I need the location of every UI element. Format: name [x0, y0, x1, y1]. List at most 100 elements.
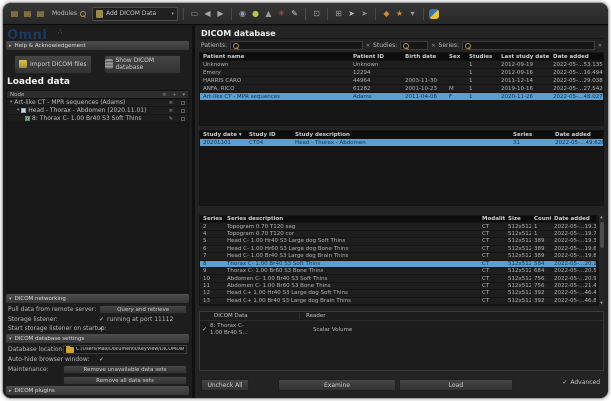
- edit-icon[interactable]: ✎: [169, 116, 173, 122]
- table-row[interactable]: UnknownUnknown12012-09-192022-05-…53.135: [200, 61, 603, 69]
- column-header[interactable]: Series description: [224, 216, 479, 222]
- table-row[interactable]: 9Thorax C- 1.00 Br60 S3 Bone ThinsCT512x…: [200, 268, 596, 275]
- open-dicom-file-icon[interactable]: ▤: [9, 8, 20, 20]
- column-header[interactable]: Series # ▴: [200, 216, 224, 222]
- back-icon[interactable]: ◀: [202, 8, 213, 20]
- open-folder-icon[interactable]: ▤: [22, 8, 33, 20]
- tree-item-series[interactable]: 8: Thorax C- 1.00 Br40 S3 Soft Thins ✎: [7, 115, 188, 123]
- checkbox-icon[interactable]: [181, 117, 185, 121]
- table-row[interactable]: 7Head C- 1.00 Br40 S3 Large dog Brain Th…: [200, 253, 596, 260]
- storage-listener-checkbox[interactable]: ✓: [99, 316, 104, 323]
- tree-item-study[interactable]: ▾ Head - Thorax - Abdomen (2020.11.01) ≡: [7, 107, 188, 115]
- table-row[interactable]: ANFA, RICO612822001-10-23M12019-10-16202…: [200, 85, 603, 93]
- load-button[interactable]: Load: [399, 379, 513, 391]
- table-row[interactable]: 11Abdomen C- 1.00 Br60 S3 Bone ThinsCT51…: [200, 283, 596, 290]
- help-section-header[interactable]: ▸ Help & Acknowledgement: [6, 41, 189, 50]
- column-header[interactable]: Study description: [292, 132, 510, 138]
- db-location-field[interactable]: C:/Users/Max/Documents/KeyView/DICOMData…: [63, 345, 187, 354]
- column-header[interactable]: Patient name: [200, 54, 350, 60]
- series-search-input[interactable]: [462, 41, 595, 50]
- monitor-icon[interactable]: ⊞: [333, 8, 344, 20]
- expander-icon[interactable]: ▾: [10, 100, 12, 105]
- table-row[interactable]: 13Head C+ 1.00 Br40 S3 Large dog Brain T…: [200, 298, 596, 305]
- table-row[interactable]: 5Head C- 1.00 Hr40 S3 Large dog Soft Thi…: [200, 238, 596, 245]
- favorites-dropdown-icon[interactable]: ▾: [407, 8, 418, 20]
- scrollbar-thumb[interactable]: [600, 222, 604, 248]
- table-row[interactable]: 8Thorax C- 1.00 Br40 S3 Soft ThinsCT512x…: [200, 261, 596, 268]
- cursor-icon[interactable]: ➤: [346, 8, 357, 20]
- clear-series-icon[interactable]: ✕: [598, 43, 602, 49]
- python-icon[interactable]: [429, 9, 439, 19]
- cone-icon[interactable]: ▲: [263, 8, 274, 20]
- folder-icon[interactable]: [66, 347, 74, 353]
- column-header[interactable]: Studies: [466, 54, 498, 60]
- patients-search-input[interactable]: [230, 41, 363, 50]
- show-dicom-database-button[interactable]: Show DICOM database: [104, 55, 182, 74]
- checkbox-icon[interactable]: [181, 101, 185, 105]
- column-header[interactable]: Birth date: [402, 54, 446, 60]
- clear-studies-icon[interactable]: ✕: [431, 43, 435, 49]
- column-header[interactable]: Count: [531, 216, 551, 222]
- table-row[interactable]: 20201101CT04Head - Thorax - Abdomen31202…: [200, 139, 603, 147]
- tree-header[interactable]: Node ≡ + ▾: [7, 91, 188, 99]
- table-row[interactable]: Art-like CT - MPR sequencesAdams2011-04-…: [200, 93, 603, 101]
- column-header[interactable]: Size: [505, 216, 531, 222]
- marker-icon[interactable]: ✳: [276, 8, 287, 20]
- clear-patients-icon[interactable]: ✕: [366, 43, 370, 49]
- series-scrollbar[interactable]: ▲ ▼: [598, 215, 604, 306]
- reader-checkbox[interactable]: ✓: [202, 326, 207, 333]
- column-header[interactable]: Study ID: [246, 132, 292, 138]
- table-row[interactable]: HARRIS CARO449642003-11-3012011-12-14202…: [200, 77, 603, 85]
- drag-handle-icon[interactable]: ≡: [169, 100, 173, 106]
- remote-panel-icon[interactable]: ▭: [189, 8, 200, 20]
- checkbox-icon[interactable]: [181, 109, 185, 113]
- search-icon[interactable]: [80, 11, 86, 17]
- column-header[interactable]: Last study date: [498, 54, 550, 60]
- networking-section-header[interactable]: ▾ DICOM networking: [6, 294, 189, 303]
- forward-icon[interactable]: ▶: [215, 8, 226, 20]
- add-dicom-data-combo[interactable]: Add DICOM Data ▾: [92, 7, 178, 21]
- expander-icon[interactable]: ▾: [17, 108, 19, 113]
- db-settings-section-header[interactable]: ▾ DICOM database settings: [6, 334, 189, 343]
- favorites-icon[interactable]: ★: [394, 8, 405, 20]
- table-row[interactable]: 2Topogram 0.70 T120 sagCT512x51212022-05…: [200, 223, 596, 230]
- tree-item-patient[interactable]: ▾ Art-like CT - MPR sequences (Adams) ≡: [7, 99, 188, 107]
- cursor-select-icon[interactable]: ➤: [359, 8, 370, 20]
- column-header[interactable]: Date added: [551, 216, 596, 222]
- examine-button[interactable]: Examine: [278, 379, 396, 391]
- table-cell: 2: [200, 224, 224, 230]
- table-row[interactable]: 12Head C+ 1.00 Hr40 S3 Large dog Soft Th…: [200, 290, 596, 297]
- remove-unavailable-button[interactable]: Remove unavailable data sets: [63, 365, 187, 374]
- drag-handle-icon[interactable]: ≡: [169, 108, 173, 114]
- remove-all-button[interactable]: Remove all data sets: [63, 376, 187, 385]
- scroll-up-icon[interactable]: ▲: [600, 215, 603, 220]
- query-retrieve-button[interactable]: Query and retrieve: [99, 305, 187, 314]
- pencil-icon[interactable]: ✎: [289, 8, 300, 20]
- table-row[interactable]: 4Topogram 0.70 T120 corCT512x51212022-05…: [200, 231, 596, 238]
- modules-search[interactable]: Modules: [48, 10, 86, 17]
- zoom-box-icon[interactable]: ⊡: [311, 8, 322, 20]
- uncheck-all-button[interactable]: Uncheck All: [201, 379, 249, 391]
- column-header[interactable]: Date added: [550, 54, 603, 60]
- globe-icon[interactable]: ◉: [237, 8, 248, 20]
- table-row[interactable]: 6Head C- 1.00 Hr60 S3 Large dog Bone Thi…: [200, 246, 596, 253]
- column-header[interactable]: Series: [510, 132, 552, 138]
- scroll-down-icon[interactable]: ▼: [600, 301, 603, 306]
- table-row[interactable]: 10Abdomen C- 1.00 Br40 S3 Soft ThinsCT51…: [200, 275, 596, 282]
- table-row[interactable]: Emery1229412012-09-162022-05-…16.494: [200, 69, 603, 77]
- column-header[interactable]: Patient ID: [350, 54, 402, 60]
- import-dicom-files-button[interactable]: Import DICOM files: [14, 55, 92, 74]
- advanced-toggle[interactable]: ✓ Advanced: [562, 379, 604, 386]
- plugins-section-header[interactable]: ▸ DICOM plugins: [6, 386, 189, 395]
- reader-row[interactable]: ✓ 8: Thorax C- 1.00 Br40 S… Scalar Volum…: [200, 321, 603, 339]
- studies-search-input[interactable]: [400, 41, 428, 50]
- import-folder-icon[interactable]: ▤: [35, 8, 46, 20]
- column-header[interactable]: Date added: [552, 132, 603, 138]
- startup-listener-checkbox[interactable]: ✓: [99, 325, 104, 332]
- sphere-icon[interactable]: ●: [250, 8, 261, 20]
- column-header[interactable]: Modality: [479, 216, 505, 222]
- column-header[interactable]: Study date ▾: [200, 132, 246, 138]
- snap-icon[interactable]: ◆: [381, 8, 392, 20]
- autohide-checkbox[interactable]: ✓: [99, 356, 104, 363]
- column-header[interactable]: Sex: [446, 54, 466, 60]
